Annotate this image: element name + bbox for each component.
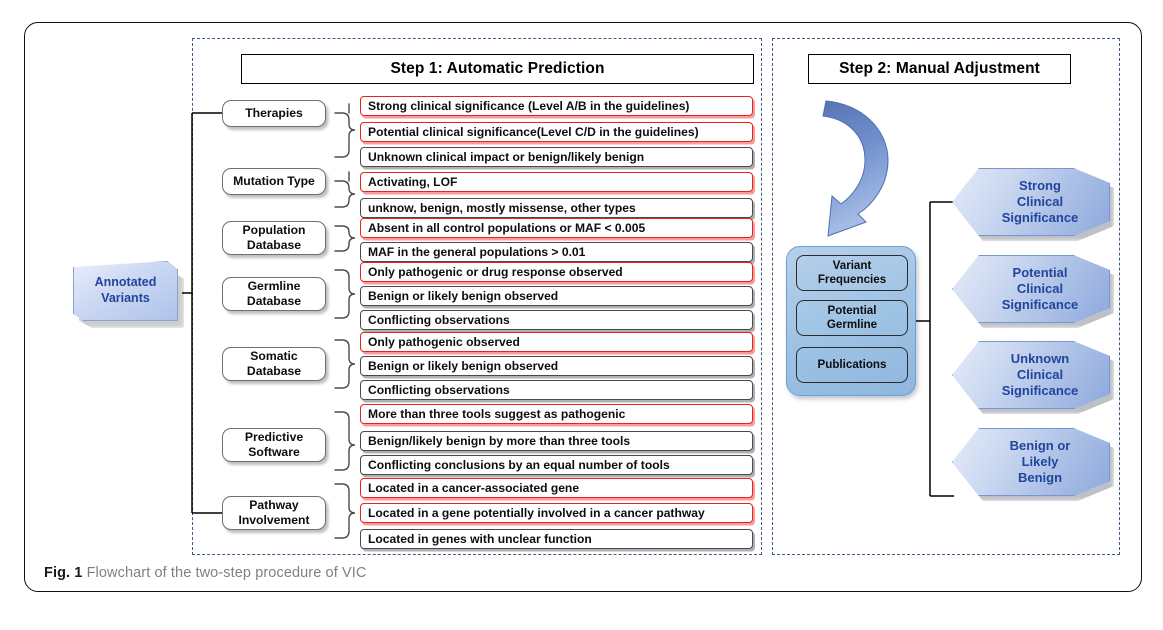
category-population-database[interactable]: Population Database bbox=[222, 221, 326, 255]
category-pathway-line2: Involvement bbox=[238, 513, 310, 527]
option-row[interactable]: Absent in all control populations or MAF… bbox=[360, 218, 753, 238]
chevron-line2: Clinical bbox=[1016, 281, 1064, 297]
option-row[interactable]: Only pathogenic or drug response observe… bbox=[360, 262, 753, 282]
chevron-line2: Clinical bbox=[1016, 194, 1064, 210]
option-label: Located in a gene potentially involved i… bbox=[368, 506, 705, 520]
category-predictive-line1: Predictive bbox=[244, 430, 304, 445]
step2-evidence-container: Variant Frequencies Potential Germline P… bbox=[786, 246, 916, 396]
result-strong-clinical-significance[interactable]: Strong Clinical Significance bbox=[952, 168, 1114, 241]
category-germline-line2: Database bbox=[246, 294, 302, 308]
step2-item-line1: Publications bbox=[817, 358, 887, 372]
option-label: Strong clinical significance (Level A/B … bbox=[368, 99, 690, 113]
option-label: Only pathogenic observed bbox=[368, 335, 520, 349]
category-pathway-involvement[interactable]: Pathway Involvement bbox=[222, 496, 326, 530]
chevron-line2: Clinical bbox=[1016, 367, 1064, 383]
step2-item-publications[interactable]: Publications bbox=[796, 347, 908, 383]
option-label: More than three tools suggest as pathoge… bbox=[368, 407, 626, 421]
option-row[interactable]: unknow, benign, mostly missense, other t… bbox=[360, 198, 753, 218]
option-label: MAF in the general populations > 0.01 bbox=[368, 245, 586, 259]
option-label: Located in genes with unclear function bbox=[368, 532, 592, 546]
category-somatic-database[interactable]: Somatic Database bbox=[222, 347, 326, 381]
option-label: Conflicting observations bbox=[368, 383, 510, 397]
option-label: Benign or likely benign observed bbox=[368, 359, 559, 373]
chevron-line1: Strong bbox=[1019, 178, 1061, 194]
option-label: Only pathogenic or drug response observe… bbox=[368, 265, 623, 279]
option-label: Benign/likely benign by more than three … bbox=[368, 434, 631, 448]
figure-caption-text: Flowchart of the two-step procedure of V… bbox=[82, 565, 367, 581]
option-label: Located in a cancer-associated gene bbox=[368, 481, 580, 495]
option-label: Conflicting conclusions by an equal numb… bbox=[368, 458, 670, 472]
category-germline-database[interactable]: Germline Database bbox=[222, 277, 326, 311]
annotated-variants-label: Annotated Variants bbox=[73, 261, 178, 321]
step2-item-line1: Potential bbox=[827, 304, 877, 318]
chevron-line1: Benign or bbox=[1009, 438, 1071, 454]
result-benign-or-likely-benign[interactable]: Benign or Likely Benign bbox=[952, 428, 1114, 501]
option-label: Unknown clinical impact or benign/likely… bbox=[368, 150, 645, 164]
annotated-variants-line2: Variants bbox=[101, 291, 150, 305]
category-pathway-line1: Pathway bbox=[249, 498, 299, 513]
category-somatic-line1: Somatic bbox=[250, 349, 298, 364]
option-row[interactable]: Conflicting conclusions by an equal numb… bbox=[360, 455, 753, 475]
annotated-variants-node: Annotated Variants bbox=[73, 261, 184, 328]
category-predictive-line2: Software bbox=[248, 445, 300, 459]
step2-item-line1: Variant bbox=[832, 259, 872, 273]
step2-item-potential-germline[interactable]: Potential Germline bbox=[796, 300, 908, 336]
chevron-line3: Benign bbox=[1017, 469, 1063, 485]
option-row[interactable]: Located in a cancer-associated gene bbox=[360, 478, 753, 498]
option-row[interactable]: Conflicting observations bbox=[360, 380, 753, 400]
option-row[interactable]: MAF in the general populations > 0.01 bbox=[360, 242, 753, 262]
option-row[interactable]: Conflicting observations bbox=[360, 310, 753, 330]
step2-item-variant-frequencies[interactable]: Variant Frequencies bbox=[796, 255, 908, 291]
option-row[interactable]: Benign/likely benign by more than three … bbox=[360, 431, 753, 451]
step2-item-line2: Frequencies bbox=[817, 273, 887, 286]
option-label: unknow, benign, mostly missense, other t… bbox=[368, 201, 636, 215]
chevron-label: Unknown Clinical Significance bbox=[970, 341, 1110, 409]
chevron-line1: Unknown bbox=[1010, 351, 1070, 367]
option-row[interactable]: Located in a gene potentially involved i… bbox=[360, 503, 753, 523]
option-label: Activating, LOF bbox=[368, 175, 458, 189]
category-mutation-type-label: Mutation Type bbox=[233, 174, 315, 189]
option-row[interactable]: Strong clinical significance (Level A/B … bbox=[360, 96, 753, 116]
option-row[interactable]: Benign or likely benign observed bbox=[360, 286, 753, 306]
figure-caption-label: Fig. 1 bbox=[44, 565, 83, 581]
option-label: Absent in all control populations or MAF… bbox=[368, 221, 646, 235]
annotated-variants-line1: Annotated bbox=[94, 275, 157, 290]
step2-item-line2: Germline bbox=[826, 318, 878, 331]
option-label: Potential clinical significance(Level C/… bbox=[368, 125, 699, 139]
category-therapies[interactable]: Therapies bbox=[222, 100, 326, 127]
result-potential-clinical-significance[interactable]: Potential Clinical Significance bbox=[952, 255, 1114, 328]
option-label: Conflicting observations bbox=[368, 313, 510, 327]
chevron-label: Benign or Likely Benign bbox=[970, 428, 1110, 496]
chevron-line2: Likely bbox=[1021, 454, 1059, 470]
chevron-label: Strong Clinical Significance bbox=[970, 168, 1110, 236]
chevron-line1: Potential bbox=[1012, 265, 1068, 281]
option-row[interactable]: More than three tools suggest as pathoge… bbox=[360, 404, 753, 424]
category-population-line1: Population bbox=[242, 223, 306, 238]
option-label: Benign or likely benign observed bbox=[368, 289, 559, 303]
option-row[interactable]: Unknown clinical impact or benign/likely… bbox=[360, 147, 753, 167]
chevron-line3: Significance bbox=[1001, 382, 1079, 398]
step1-header: Step 1: Automatic Prediction bbox=[241, 54, 754, 84]
option-row[interactable]: Activating, LOF bbox=[360, 172, 753, 192]
category-predictive-software[interactable]: Predictive Software bbox=[222, 428, 326, 462]
category-therapies-label: Therapies bbox=[245, 106, 303, 121]
option-row[interactable]: Located in genes with unclear function bbox=[360, 529, 753, 549]
option-row[interactable]: Benign or likely benign observed bbox=[360, 356, 753, 376]
result-unknown-clinical-significance[interactable]: Unknown Clinical Significance bbox=[952, 341, 1114, 414]
chevron-line3: Significance bbox=[1001, 296, 1079, 312]
figure-page: Step 1: Automatic Prediction Step 2: Man… bbox=[0, 0, 1163, 630]
figure-caption: Fig. 1 Flowchart of the two-step procedu… bbox=[44, 565, 366, 581]
option-row[interactable]: Only pathogenic observed bbox=[360, 332, 753, 352]
category-germline-line1: Germline bbox=[247, 279, 301, 294]
option-row[interactable]: Potential clinical significance(Level C/… bbox=[360, 122, 753, 142]
chevron-line3: Significance bbox=[1001, 209, 1079, 225]
step2-header: Step 2: Manual Adjustment bbox=[808, 54, 1071, 84]
category-mutation-type[interactable]: Mutation Type bbox=[222, 168, 326, 195]
category-population-line2: Database bbox=[246, 238, 302, 252]
category-somatic-line2: Database bbox=[246, 364, 302, 378]
chevron-label: Potential Clinical Significance bbox=[970, 255, 1110, 323]
